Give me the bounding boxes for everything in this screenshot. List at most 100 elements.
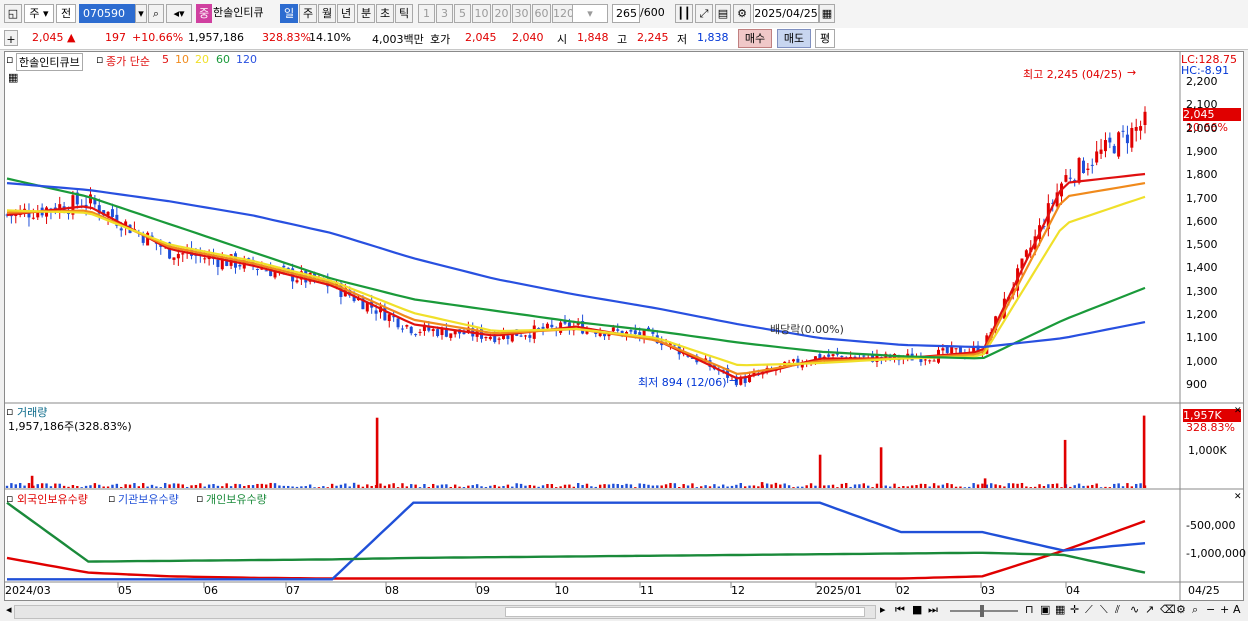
interval-button-1[interactable]: 1 [418, 4, 435, 23]
first-page-icon[interactable]: ⏮ [895, 603, 905, 617]
volume-bar [708, 486, 712, 488]
grid-icon[interactable]: ▦ [1055, 603, 1065, 616]
volume-bar [594, 486, 597, 488]
zoom-out-icon[interactable]: − [1206, 603, 1215, 616]
ma-legend-20[interactable]: 20 [195, 53, 209, 66]
ma-legend-10[interactable]: 10 [175, 53, 189, 66]
volume-bar [954, 486, 958, 488]
volume-bar [814, 485, 817, 488]
volume-bar [142, 483, 145, 488]
zoom-slider-thumb[interactable] [980, 605, 984, 617]
pane-close-icon[interactable]: ✕ [1234, 406, 1242, 416]
period-unit-select[interactable]: 주 ▾ [24, 4, 54, 23]
ma-label[interactable]: 종가 단순 [106, 53, 150, 69]
eraser-icon[interactable]: ⌫ [1160, 603, 1176, 616]
candle-body [119, 228, 123, 231]
search-icon[interactable]: ⌕ [148, 4, 164, 23]
last-page-icon[interactable]: ⏭ [928, 603, 938, 617]
code-dropdown-icon[interactable]: ▾ [135, 4, 147, 23]
count-input[interactable]: 265 [612, 4, 640, 23]
crosshair-icon[interactable]: ✛ [1070, 603, 1079, 616]
period-tab-3[interactable]: 월 [318, 4, 336, 23]
volume-bar [238, 484, 242, 488]
compare-icon[interactable]: ▣ [1040, 603, 1050, 616]
line-tool-icon[interactable]: ⤢ [695, 4, 713, 23]
volume-bar [1051, 483, 1054, 488]
scroll-left-icon[interactable]: ◂ [6, 603, 12, 616]
volume-bar [875, 483, 879, 488]
volume-bar [581, 484, 584, 488]
ma-legend-120[interactable]: 120 [236, 53, 257, 66]
stock-code-input[interactable]: 070590 [79, 4, 135, 23]
prev-button[interactable]: 전 [56, 4, 76, 23]
gear-icon[interactable]: ⚙ [733, 4, 751, 23]
interval-button-5[interactable]: 20 [492, 4, 511, 23]
fibo-icon[interactable]: ⟍ [1100, 603, 1108, 617]
period-tab-4[interactable]: 년 [337, 4, 355, 23]
pane-close-icon[interactable]: ✕ [1234, 492, 1242, 502]
volume-bar [805, 485, 808, 488]
date-input[interactable]: 2025/04/25 [753, 4, 819, 23]
wave-icon[interactable]: ∿ [1130, 603, 1139, 616]
volume-bar [282, 485, 286, 488]
holding-pane-icon[interactable]: ▫ [6, 492, 13, 505]
interval-button-3[interactable]: 5 [454, 4, 471, 23]
volume-pane-icon[interactable]: ▫ [6, 405, 13, 418]
channel-icon[interactable]: ⫽ [1115, 603, 1120, 617]
scrollbar-thumb[interactable] [505, 607, 865, 617]
arrow-tool-icon[interactable]: ↗ [1145, 603, 1154, 616]
buy-button[interactable]: 매수 [738, 29, 772, 48]
zoom-in-icon[interactable]: + [1220, 603, 1229, 616]
volume-bar [23, 485, 26, 488]
interval-select[interactable]: ▾ [572, 4, 608, 23]
period-tab-5[interactable]: 분 [357, 4, 375, 23]
stop-icon[interactable]: ■ [912, 603, 922, 616]
volume-bar [910, 485, 914, 488]
stock-title[interactable]: 한솔인티큐브 [16, 53, 83, 71]
volume-bar [475, 484, 479, 488]
zoom-slider[interactable] [950, 605, 1018, 617]
period-tab-7[interactable]: 틱 [395, 4, 413, 23]
sell-button[interactable]: 매도 [777, 29, 811, 48]
legend-institution[interactable]: 기관보유수량 [118, 491, 179, 507]
settings-icon[interactable]: ⚙ [1176, 603, 1186, 616]
chart-type-icon[interactable]: ⊓ [1025, 603, 1034, 616]
volume-value: 1,957,186주(328.83%) [8, 420, 132, 433]
volume-bar [866, 485, 870, 488]
legend-individual[interactable]: 개인보유수량 [206, 491, 267, 507]
period-tab-6[interactable]: 초 [376, 4, 394, 23]
volume-bar [1073, 485, 1076, 488]
dividend-annotation: 배당락(0.00%) [770, 323, 844, 336]
interval-button-2[interactable]: 3 [436, 4, 453, 23]
chart-window-icon[interactable]: ◱ [4, 4, 22, 23]
zoom-icon[interactable]: ⌕ [1192, 603, 1198, 617]
horizontal-scrollbar[interactable] [14, 605, 876, 619]
add-compare-icon[interactable]: + [4, 30, 18, 46]
avg-button[interactable]: 평 [815, 29, 835, 48]
price-y-tick: 1,400 [1186, 261, 1218, 275]
volume-bar [770, 484, 773, 488]
period-tab-1[interactable]: 일 [280, 4, 298, 23]
scroll-right-icon[interactable]: ▸ [880, 603, 886, 616]
font-size-icon[interactable]: A [1233, 603, 1241, 616]
ma-legend-5[interactable]: 5 [162, 53, 169, 66]
ma-legend-60[interactable]: 60 [216, 53, 230, 66]
interval-button-7[interactable]: 60 [532, 4, 551, 23]
market-badge: 중 [196, 4, 212, 23]
pane-menu-icon[interactable]: ▫ [6, 53, 13, 66]
chart-canvas[interactable] [5, 52, 1243, 600]
trend-line-icon[interactable]: ⟋ [1085, 603, 1093, 617]
save-icon[interactable]: ▤ [715, 4, 731, 23]
period-tab-2[interactable]: 주 [299, 4, 317, 23]
interval-button-6[interactable]: 30 [512, 4, 531, 23]
sound-icon[interactable]: ◂▾ [166, 4, 192, 23]
calendar-icon[interactable]: ▦ [819, 4, 835, 23]
legend-foreign[interactable]: 외국인보유수량 [17, 491, 88, 507]
table-icon[interactable]: ▦ [8, 71, 18, 84]
interval-button-4[interactable]: 10 [472, 4, 491, 23]
volume-bar [686, 485, 690, 488]
interval-button-8[interactable]: 120 [552, 4, 574, 23]
volume-bar [836, 487, 839, 488]
candle-type-icon[interactable]: ┃┃ [675, 4, 693, 23]
volume-bar [1091, 484, 1094, 488]
